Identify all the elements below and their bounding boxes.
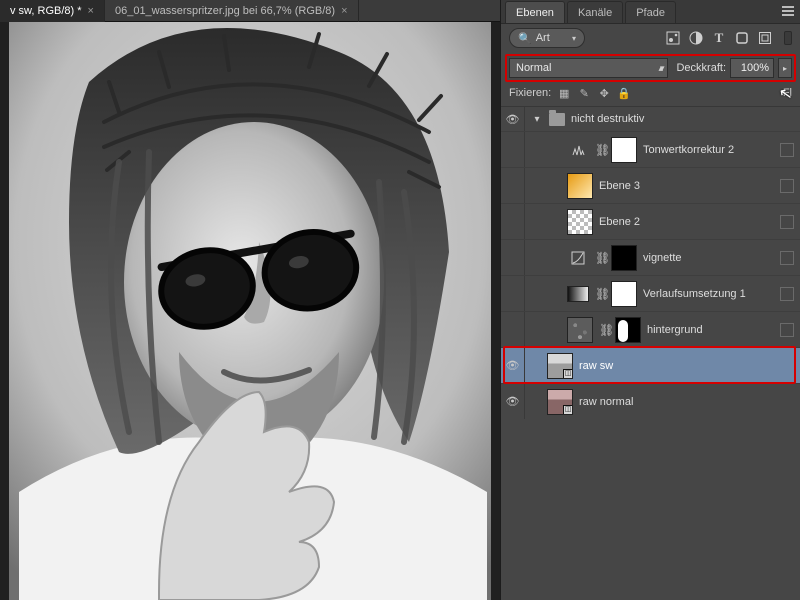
close-icon[interactable]: ×	[88, 0, 94, 22]
document-tab[interactable]: 06_01_wasserspritzer.jpg bei 66,7% (RGB/…	[105, 0, 359, 22]
smart-object-badge-icon: ◫	[563, 369, 573, 379]
blend-mode-select[interactable]: Normal ▴▾	[509, 58, 668, 78]
lock-row: Fixieren: ▦ ✎ ✥ 🔒 Fl ↖	[501, 84, 800, 106]
document-tab-strip: v sw, RGB/8) * × 06_01_wasserspritzer.jp…	[0, 0, 500, 22]
layer-filter-row: 🔍 Art ▾ T	[501, 24, 800, 52]
link-icon[interactable]: ⛓	[595, 287, 605, 301]
layer-extra-icon[interactable]	[780, 215, 794, 229]
layer-group-row[interactable]: 👁 ▾ nicht destruktiv	[501, 107, 800, 131]
pixel-filter-icon[interactable]	[666, 31, 680, 45]
layer-name[interactable]: raw normal	[579, 396, 794, 408]
tab-ebenen[interactable]: Ebenen	[505, 1, 565, 23]
chevron-down-icon: ▾	[572, 34, 576, 43]
layer-thumbnail[interactable]: ◫	[547, 353, 573, 379]
visibility-toggle[interactable]: 👁	[501, 348, 525, 383]
layer-name[interactable]: hintergrund	[647, 324, 774, 336]
layer-name[interactable]: Ebene 3	[599, 180, 774, 192]
layers-panel: Ebenen Kanäle Pfade 🔍 Art ▾ T Normal ▴▾ …	[500, 0, 800, 600]
layer-thumbnail[interactable]	[567, 173, 593, 199]
close-icon[interactable]: ×	[341, 0, 347, 22]
lock-label: Fixieren:	[509, 87, 551, 99]
visibility-toggle[interactable]: 👁	[501, 240, 525, 275]
visibility-toggle[interactable]: 👁	[501, 384, 525, 419]
panel-tab-strip: Ebenen Kanäle Pfade	[501, 0, 800, 24]
smart-object-icon[interactable]	[758, 31, 772, 45]
visibility-toggle[interactable]: 👁	[501, 276, 525, 311]
folder-icon	[549, 113, 565, 126]
canvas-image	[9, 22, 491, 600]
lock-move-icon[interactable]: ✥	[597, 86, 611, 100]
mask-thumbnail[interactable]	[611, 137, 637, 163]
blend-opacity-row: Normal ▴▾ Deckkraft: 100% ▸	[501, 52, 800, 84]
cursor-icon: ↖	[777, 83, 794, 105]
adjustment-icon[interactable]	[689, 31, 703, 45]
disclosure-triangle-icon[interactable]: ▾	[531, 114, 543, 125]
visibility-toggle[interactable]: 👁	[501, 204, 525, 239]
shape-icon[interactable]	[735, 31, 749, 45]
layer-extra-icon[interactable]	[780, 287, 794, 301]
layer-row[interactable]: 👁 ⛓ hintergrund	[501, 311, 800, 347]
document-tab[interactable]: v sw, RGB/8) * ×	[0, 0, 105, 22]
layer-extra-icon[interactable]	[780, 251, 794, 265]
layer-row[interactable]: 👁 ⛓ Tonwertkorrektur 2	[501, 131, 800, 167]
opacity-label: Deckkraft:	[676, 62, 726, 74]
gradmap-icon	[567, 286, 589, 302]
lock-transparency-icon[interactable]: ▦	[557, 86, 571, 100]
layer-thumbnail[interactable]	[567, 209, 593, 235]
curves-icon	[567, 247, 589, 269]
layer-filter-label: Art	[536, 32, 550, 44]
smart-object-badge-icon: ◫	[563, 405, 573, 415]
layer-extra-icon[interactable]	[780, 143, 794, 157]
link-icon[interactable]: ⛓	[595, 143, 605, 157]
visibility-toggle[interactable]: 👁	[501, 168, 525, 203]
opacity-value[interactable]: 100%	[730, 58, 774, 78]
layers-list: 👁 ▾ nicht destruktiv 👁 ⛓ Tonwertkorrektu…	[501, 106, 800, 600]
visibility-toggle[interactable]: 👁	[501, 312, 525, 347]
tab-pfade[interactable]: Pfade	[625, 1, 676, 23]
lock-all-icon[interactable]: 🔒	[617, 86, 631, 100]
link-icon[interactable]: ⛓	[595, 251, 605, 265]
layer-filter-kind[interactable]: 🔍 Art ▾	[509, 28, 585, 48]
layer-name[interactable]: Tonwertkorrektur 2	[643, 144, 774, 156]
group-name[interactable]: nicht destruktiv	[571, 113, 794, 125]
layer-name[interactable]: raw sw	[579, 360, 794, 372]
layer-row[interactable]: 👁 Ebene 3	[501, 167, 800, 203]
layer-row[interactable]: 👁 ⛓ Verlaufsumsetzung 1	[501, 275, 800, 311]
layer-name[interactable]: Ebene 2	[599, 216, 774, 228]
document-canvas[interactable]	[0, 22, 500, 600]
layer-row[interactable]: 👁 ◫ raw sw	[501, 347, 800, 383]
visibility-toggle[interactable]: 👁	[501, 132, 525, 167]
layer-extra-icon[interactable]	[780, 179, 794, 193]
layer-thumbnail[interactable]	[567, 317, 593, 343]
type-icon[interactable]: T	[712, 31, 726, 45]
search-icon: 🔍	[518, 32, 532, 45]
layer-name[interactable]: Verlaufsumsetzung 1	[643, 288, 774, 300]
lock-paint-icon[interactable]: ✎	[577, 86, 591, 100]
panel-menu-icon[interactable]	[778, 2, 798, 20]
layer-name[interactable]: vignette	[643, 252, 774, 264]
opacity-dropdown-icon[interactable]: ▸	[778, 58, 792, 78]
tab-kanaele[interactable]: Kanäle	[567, 1, 623, 23]
layer-thumbnail[interactable]: ◫	[547, 389, 573, 415]
layer-row[interactable]: 👁 Ebene 2	[501, 203, 800, 239]
visibility-toggle[interactable]: 👁	[501, 107, 525, 131]
link-icon[interactable]: ⛓	[599, 323, 609, 337]
layer-row[interactable]: 👁 ⛓ vignette	[501, 239, 800, 275]
mask-thumbnail[interactable]	[611, 245, 637, 271]
layer-row[interactable]: 👁 ◫ raw normal	[501, 383, 800, 419]
filter-toggle[interactable]	[784, 31, 792, 45]
document-tab-label: v sw, RGB/8) *	[10, 0, 82, 22]
chevron-updown-icon: ▴▾	[658, 63, 661, 74]
levels-icon	[567, 139, 589, 161]
blend-mode-value: Normal	[516, 62, 551, 74]
mask-thumbnail[interactable]	[611, 281, 637, 307]
layer-extra-icon[interactable]	[780, 323, 794, 337]
document-tab-label: 06_01_wasserspritzer.jpg bei 66,7% (RGB/…	[115, 0, 335, 22]
mask-thumbnail[interactable]	[615, 317, 641, 343]
